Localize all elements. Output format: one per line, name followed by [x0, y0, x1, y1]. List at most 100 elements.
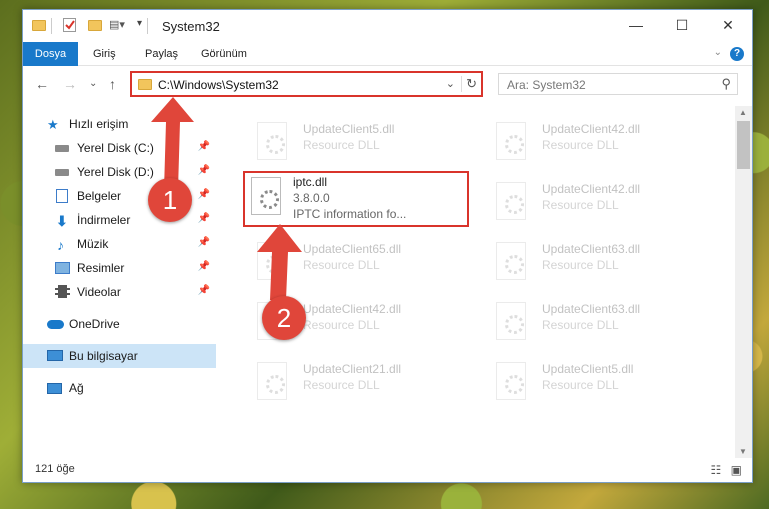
sidebar-item-label: Yerel Disk (D:)	[77, 165, 154, 179]
maximize-button[interactable]: ☐	[659, 10, 705, 41]
help-icon[interactable]: ?	[730, 47, 744, 61]
cloud-icon	[47, 320, 64, 329]
sidebar-item-network[interactable]: Ağ	[23, 376, 216, 400]
large-icons-view-icon[interactable]: ▣	[731, 463, 742, 477]
sidebar-item-music[interactable]: ♪ Müzik 📌	[23, 232, 216, 256]
address-path: C:\Windows\System32	[158, 78, 279, 92]
back-button[interactable]: ←	[35, 76, 49, 92]
scroll-up-icon[interactable]: ▲	[739, 108, 747, 117]
properties-icon[interactable]	[63, 18, 76, 32]
folder-icon[interactable]	[31, 18, 47, 34]
expand-ribbon-icon[interactable]: ⌄	[714, 47, 722, 58]
refresh-icon[interactable]: ↻	[461, 76, 477, 92]
drive-icon	[55, 169, 69, 176]
file-item[interactable]: iptc.dll 3.8.0.0 IPTC information fo...	[245, 173, 470, 225]
file-name: UpdateClient21.dll	[303, 362, 402, 376]
tab-file[interactable]: Dosya	[23, 42, 78, 66]
file-name: UpdateClient65.dll	[303, 242, 402, 256]
drive-icon	[55, 145, 69, 152]
file-description: Resource DLL	[542, 198, 619, 212]
up-button[interactable]: ↑	[109, 76, 116, 92]
file-item[interactable]: UpdateClient63.dll Resource DLL	[484, 234, 709, 286]
file-description: Resource DLL	[542, 318, 619, 332]
minimize-button[interactable]: —	[613, 10, 659, 41]
video-icon	[55, 285, 70, 298]
separator	[147, 18, 148, 34]
sidebar-item-label: OneDrive	[69, 317, 120, 331]
search-icon: ⚲	[721, 76, 731, 91]
file-item[interactable]: UpdateClient63.dll Resource DLL	[484, 294, 709, 346]
vertical-scrollbar[interactable]: ▲ ▼	[735, 106, 752, 458]
tab-view[interactable]: Görünüm	[191, 42, 257, 66]
file-item[interactable]: UpdateClient21.dll Resource DLL	[245, 354, 470, 406]
tab-home[interactable]: Giriş	[83, 42, 126, 66]
dll-file-icon	[251, 177, 281, 215]
address-bar[interactable]: C:\Windows\System32 ⌄ ↻	[130, 71, 483, 97]
sidebar-item-quick-access[interactable]: ★ Hızlı erişim	[23, 112, 216, 136]
file-list: UpdateClient5.dll Resource DLL UpdateCli…	[231, 106, 736, 456]
sidebar-item-onedrive[interactable]: OneDrive	[23, 312, 216, 336]
file-item[interactable]: UpdateClient42.dll Resource DLL	[484, 174, 709, 226]
file-item[interactable]: UpdateClient42.dll Resource DLL	[484, 114, 709, 166]
music-icon: ♪	[57, 237, 64, 253]
sidebar-item-this-pc[interactable]: Bu bilgisayar	[23, 344, 216, 368]
dll-file-icon	[496, 362, 526, 400]
file-version: 3.8.0.0	[293, 191, 330, 205]
ribbon-tabs: Dosya Giriş Paylaş Görünüm ⌄ ?	[23, 42, 752, 66]
sidebar-item-local-disk-c[interactable]: Yerel Disk (C:) 📌	[23, 136, 216, 160]
customize-toolbar-icon[interactable]: ▤▾	[109, 18, 125, 34]
dll-file-icon	[496, 302, 526, 340]
file-item[interactable]: UpdateClient5.dll Resource DLL	[484, 354, 709, 406]
details-view-icon[interactable]: ☷	[711, 463, 722, 477]
sidebar-item-pictures[interactable]: Resimler 📌	[23, 256, 216, 280]
network-icon	[47, 383, 62, 394]
scrollbar-thumb[interactable]	[737, 121, 750, 169]
sidebar-item-label: Müzik	[77, 237, 109, 251]
pin-icon[interactable]: 📌	[198, 165, 210, 176]
sidebar-item-label: Ağ	[69, 381, 84, 395]
scroll-down-icon[interactable]: ▼	[739, 447, 747, 456]
file-item[interactable]: UpdateClient65.dll Resource DLL	[245, 234, 470, 286]
sidebar-item-label: Yerel Disk (C:)	[77, 141, 154, 155]
pin-icon[interactable]: 📌	[198, 213, 210, 224]
pin-icon[interactable]: 📌	[198, 261, 210, 272]
new-folder-icon[interactable]	[87, 18, 103, 34]
pin-icon[interactable]: 📌	[198, 189, 210, 200]
item-count: 121 öğe	[35, 463, 75, 475]
explorer-window: ▤▾ ▾ System32 — ☐ ✕ Dosya Giriş Paylaş G…	[22, 9, 753, 483]
address-dropdown-icon[interactable]: ⌄	[446, 77, 455, 90]
pin-icon[interactable]: 📌	[198, 237, 210, 248]
file-name: UpdateClient63.dll	[542, 242, 641, 256]
sidebar-item-videos[interactable]: Videolar 📌	[23, 280, 216, 304]
close-button[interactable]: ✕	[705, 10, 751, 41]
search-input[interactable]: Ara: System32 ⚲	[498, 73, 738, 95]
search-placeholder: Ara: System32	[507, 78, 586, 92]
sidebar-item-label: Bu bilgisayar	[69, 349, 138, 363]
download-icon: ⬇	[56, 213, 68, 229]
file-name: UpdateClient42.dll	[542, 182, 641, 196]
recent-locations-button[interactable]: ⌄	[89, 78, 97, 89]
dll-file-icon	[496, 242, 526, 280]
file-description: IPTC information fo...	[293, 207, 407, 221]
separator	[51, 18, 52, 34]
pin-icon[interactable]: 📌	[198, 285, 210, 296]
tab-share[interactable]: Paylaş	[135, 42, 188, 66]
pictures-icon	[55, 262, 70, 274]
forward-button[interactable]: →	[63, 76, 77, 92]
dll-file-icon	[496, 122, 526, 160]
pin-icon[interactable]: 📌	[198, 141, 210, 152]
quick-access-dropdown-icon[interactable]: ▾	[137, 18, 153, 34]
view-toggle: ☷ ▣	[711, 463, 742, 477]
sidebar-item-label: Videolar	[77, 285, 121, 299]
documents-icon	[56, 189, 68, 203]
file-description: Resource DLL	[542, 138, 619, 152]
navigation-bar: ← → ⌄ ↑ C:\Windows\System32 ⌄ ↻ Ara: Sys…	[23, 67, 752, 103]
sidebar-item-label: İndirmeler	[77, 213, 131, 227]
sidebar-item-local-disk-d[interactable]: Yerel Disk (D:) 📌	[23, 160, 216, 184]
file-item[interactable]: UpdateClient5.dll Resource DLL	[245, 114, 470, 166]
file-name: UpdateClient42.dll	[542, 122, 641, 136]
file-name: UpdateClient42.dll	[303, 302, 402, 316]
dll-file-icon	[257, 122, 287, 160]
highlighted-file-item[interactable]: iptc.dll 3.8.0.0 IPTC information fo...	[243, 171, 469, 227]
sidebar-item-label: Belgeler	[77, 189, 122, 203]
